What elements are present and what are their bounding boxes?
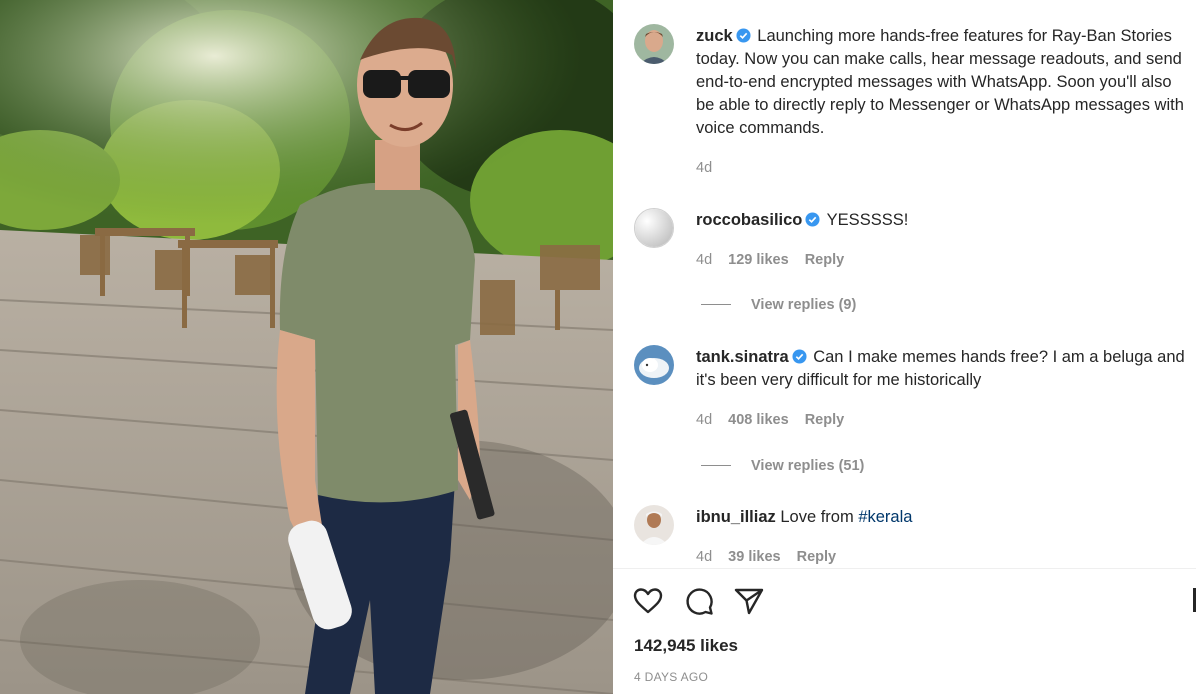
comment-likes[interactable]: 408 likes bbox=[728, 412, 788, 428]
view-replies-button[interactable]: View replies (51) bbox=[701, 458, 864, 474]
hashtag-link[interactable]: #kerala bbox=[858, 508, 912, 526]
view-replies-label: View replies (51) bbox=[751, 458, 865, 474]
heart-icon[interactable] bbox=[632, 585, 664, 617]
caption-age[interactable]: 4d bbox=[696, 160, 712, 176]
section-divider bbox=[613, 568, 1196, 569]
comments-list[interactable]: zuck Launching more hands-free features … bbox=[613, 0, 1196, 568]
post-image bbox=[0, 0, 613, 694]
comment-text: YESSSSS! bbox=[826, 211, 909, 229]
comment-username[interactable]: tank.sinatra bbox=[696, 348, 789, 366]
comment-likes[interactable]: 39 likes bbox=[728, 549, 780, 565]
verified-badge-icon bbox=[736, 28, 751, 43]
comment-icon[interactable] bbox=[683, 585, 715, 617]
replies-divider bbox=[701, 304, 731, 305]
reply-button[interactable]: Reply bbox=[797, 549, 837, 565]
reply-button[interactable]: Reply bbox=[805, 252, 845, 268]
author-username[interactable]: zuck bbox=[696, 27, 733, 45]
author-avatar[interactable] bbox=[634, 24, 674, 64]
comment-likes[interactable]: 129 likes bbox=[728, 252, 788, 268]
commenter-avatar[interactable] bbox=[634, 345, 674, 385]
post-timestamp[interactable]: 4 DAYS AGO bbox=[634, 670, 708, 684]
likes-count[interactable]: 142,945 likes bbox=[634, 636, 738, 656]
commenter-avatar[interactable] bbox=[634, 505, 674, 545]
replies-divider bbox=[701, 465, 731, 466]
post-panel: zuck Launching more hands-free features … bbox=[613, 0, 1196, 694]
comment-text: Love from bbox=[780, 508, 859, 526]
comment-username[interactable]: ibnu_illiaz bbox=[696, 508, 776, 526]
comment-age[interactable]: 4d bbox=[696, 252, 712, 268]
action-bar bbox=[613, 582, 1196, 622]
post-photo[interactable] bbox=[0, 0, 613, 694]
comment-username[interactable]: roccobasilico bbox=[696, 211, 802, 229]
view-replies-button[interactable]: View replies (9) bbox=[701, 297, 856, 313]
verified-badge-icon bbox=[792, 349, 807, 364]
verified-badge-icon bbox=[805, 212, 820, 227]
commenter-avatar[interactable] bbox=[634, 208, 674, 248]
paper-plane-icon[interactable] bbox=[733, 585, 765, 617]
reply-button[interactable]: Reply bbox=[805, 412, 845, 428]
comment-age[interactable]: 4d bbox=[696, 412, 712, 428]
view-replies-label: View replies (9) bbox=[751, 297, 857, 313]
comment-age[interactable]: 4d bbox=[696, 549, 712, 565]
caption-text: Launching more hands-free features for R… bbox=[696, 27, 1184, 137]
